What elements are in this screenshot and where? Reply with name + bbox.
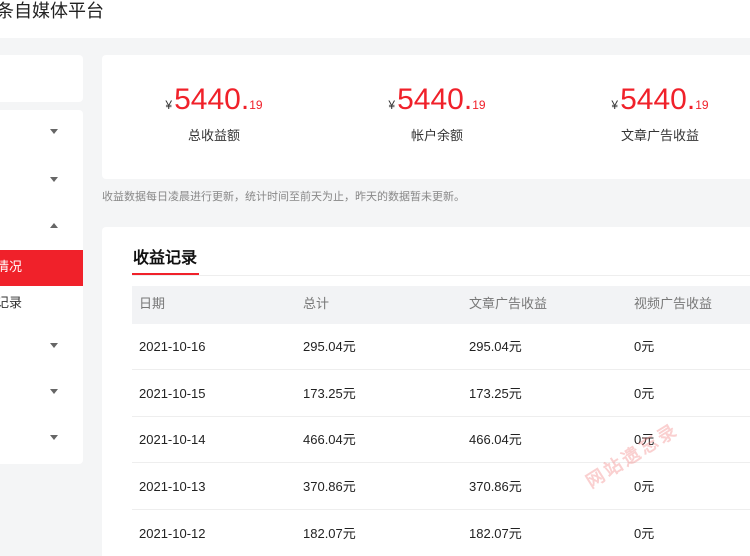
top-bar: 条自媒体平台 [0, 0, 750, 38]
sidebar-item-6[interactable] [0, 328, 83, 364]
amount-decimal: 19 [472, 98, 486, 112]
cell-total: 182.07元 [303, 526, 356, 541]
cell-date: 2021-10-16 [139, 339, 206, 354]
sidebar-item-8[interactable] [0, 420, 83, 456]
column-header-article-ad: 文章广告收益 [469, 297, 548, 312]
stat-label: 总收益额 [187, 129, 240, 144]
stat-account-balance: ¥5440.19 帐户余额 [337, 83, 537, 144]
records-tab-title[interactable]: 收益记录 [133, 244, 197, 268]
sidebar-item-2[interactable] [0, 162, 83, 198]
amount-integer: 5440 [397, 83, 464, 116]
table-row: 2021-10-16 295.04元 295.04元 0元 [132, 324, 750, 370]
cell-date: 2021-10-15 [139, 386, 206, 401]
update-note: 收益数据每日凌晨进行更新，统计时间至前天为止，昨天的数据暂未更新。 [102, 190, 465, 203]
cell-total: 370.86元 [303, 479, 356, 494]
cell-date: 2021-10-13 [139, 479, 206, 494]
sidebar-top-card[interactable] [0, 55, 83, 102]
stat-amount: ¥5440.19 [611, 83, 709, 116]
currency-symbol: ¥ [611, 98, 619, 112]
sidebar-item-label: 记录 [0, 296, 23, 311]
cell-date: 2021-10-14 [139, 432, 206, 447]
sidebar-item-earnings-records[interactable]: 记录 [0, 286, 83, 322]
cell-video-ad: 0元 [634, 386, 655, 401]
sidebar-menu: 情况 记录 [0, 110, 83, 464]
cell-article-ad: 370.86元 [469, 479, 522, 494]
sidebar-item-3[interactable] [0, 210, 83, 246]
sidebar-item-7[interactable] [0, 374, 83, 410]
earnings-summary-card: ¥5440.19 总收益额 ¥5440.19 帐户余额 ¥5440.19 文章广… [102, 55, 750, 179]
app-title: 条自媒体平台 [0, 1, 104, 22]
table-row: 2021-10-15 173.25元 173.25元 0元 [132, 371, 750, 417]
chevron-down-icon [50, 343, 58, 348]
stat-amount: ¥5440.19 [388, 83, 486, 116]
amount-integer: 5440 [174, 83, 241, 116]
sidebar-item-label: 情况 [0, 260, 23, 275]
cell-video-ad: 0元 [634, 339, 655, 354]
stat-label: 帐户余额 [410, 129, 463, 144]
divider [132, 275, 750, 276]
chevron-down-icon [50, 177, 58, 182]
chevron-down-icon [50, 389, 58, 394]
chevron-up-icon [50, 223, 58, 228]
table-header: 日期 总计 文章广告收益 视频广告收益 [132, 286, 750, 324]
stat-label: 文章广告收益 [620, 129, 699, 144]
cell-article-ad: 173.25元 [469, 386, 522, 401]
cell-total: 173.25元 [303, 386, 356, 401]
cell-article-ad: 466.04元 [469, 432, 522, 447]
column-header-total: 总计 [303, 297, 330, 312]
amount-decimal: 19 [249, 98, 263, 112]
stat-amount: ¥5440.19 [165, 83, 263, 116]
cell-total: 466.04元 [303, 432, 356, 447]
amount-integer: 5440 [620, 83, 687, 116]
currency-symbol: ¥ [388, 98, 396, 112]
amount-decimal: 19 [695, 98, 709, 112]
column-header-video-ad: 视频广告收益 [634, 297, 713, 312]
chevron-down-icon [50, 129, 58, 134]
cell-article-ad: 295.04元 [469, 339, 522, 354]
column-header-date: 日期 [139, 297, 166, 312]
sidebar-item-1[interactable] [0, 114, 83, 150]
chevron-down-icon [50, 435, 58, 440]
cell-article-ad: 182.07元 [469, 526, 522, 541]
cell-total: 295.04元 [303, 339, 356, 354]
cell-date: 2021-10-12 [139, 526, 206, 541]
sidebar-item-earnings-overview[interactable]: 情况 [0, 250, 83, 286]
currency-symbol: ¥ [165, 98, 173, 112]
stat-article-ad-earnings: ¥5440.19 文章广告收益 [560, 83, 750, 144]
stat-total-earnings: ¥5440.19 总收益额 [114, 83, 314, 144]
